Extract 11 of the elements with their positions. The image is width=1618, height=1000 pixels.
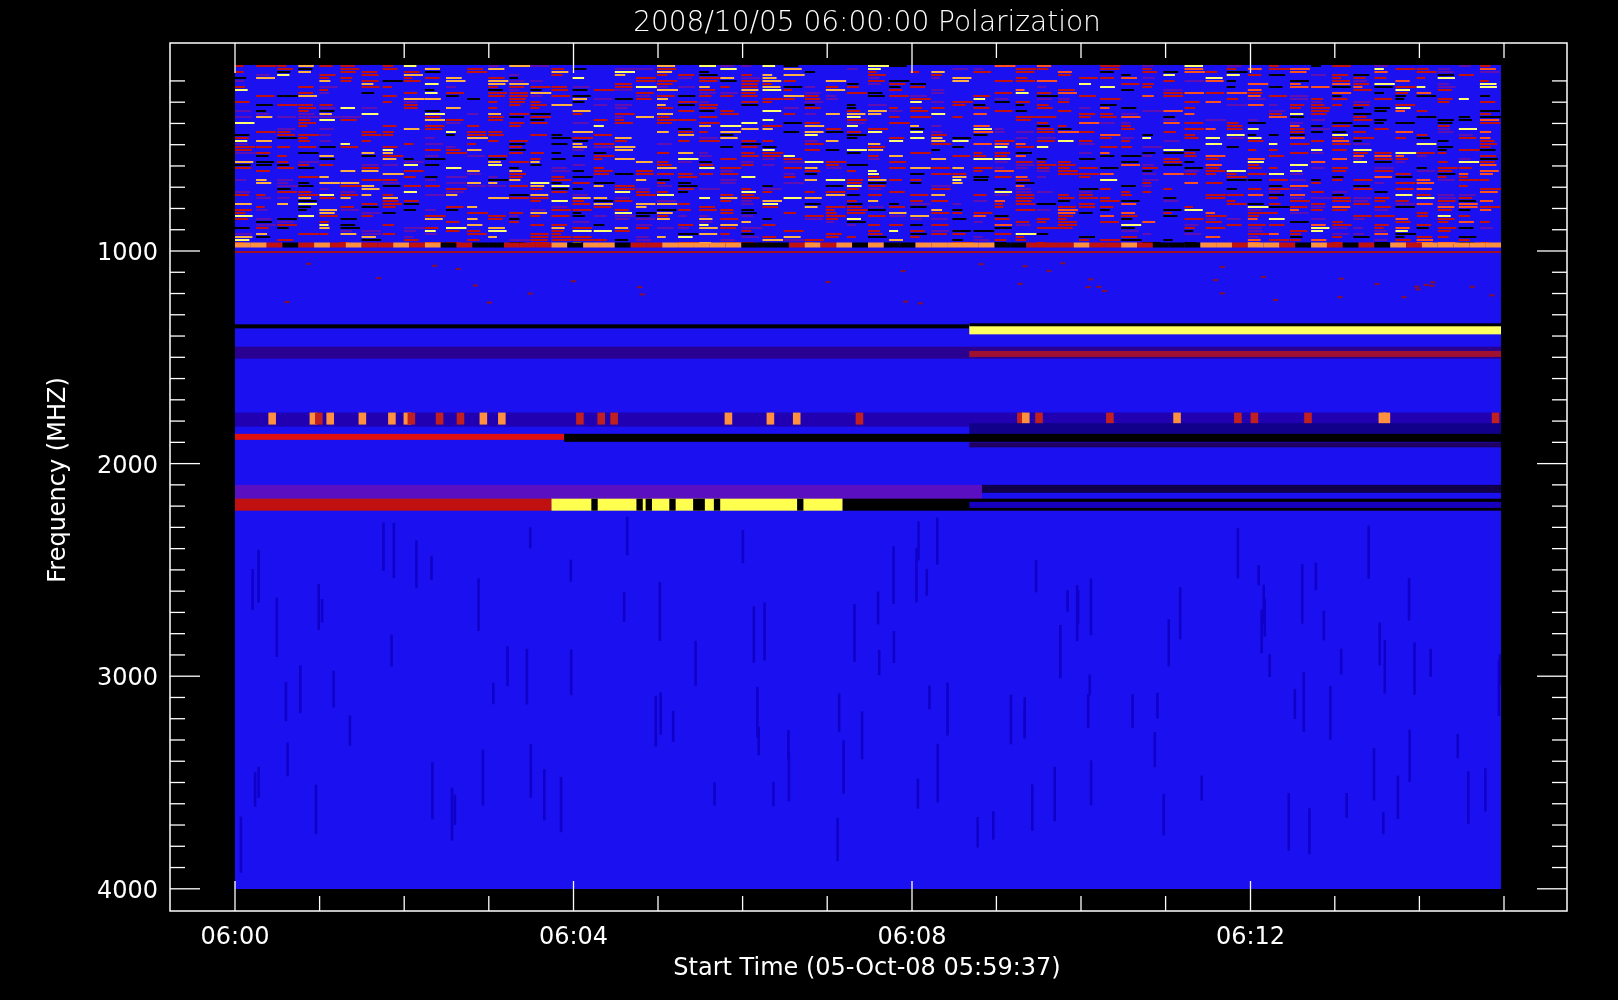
chart-title: 2008/10/05 06:00:00 Polarization bbox=[633, 5, 1101, 38]
x-tick-label: 06:12 bbox=[1215, 922, 1286, 950]
y-tick-label: 2000 bbox=[96, 450, 158, 479]
y-tick-label: 3000 bbox=[96, 663, 158, 692]
x-tick-label: 06:00 bbox=[200, 922, 270, 950]
x-tick-label: 06:04 bbox=[538, 922, 609, 950]
x-axis-label: Start Time (05-Oct-08 05:59:37) bbox=[673, 953, 1061, 981]
y-tick-label: 1000 bbox=[96, 238, 158, 266]
y-axis-label: Frequency (MHZ) bbox=[43, 377, 71, 583]
y-tick-label: 4000 bbox=[96, 875, 158, 904]
x-tick-label: 06:08 bbox=[877, 922, 947, 950]
